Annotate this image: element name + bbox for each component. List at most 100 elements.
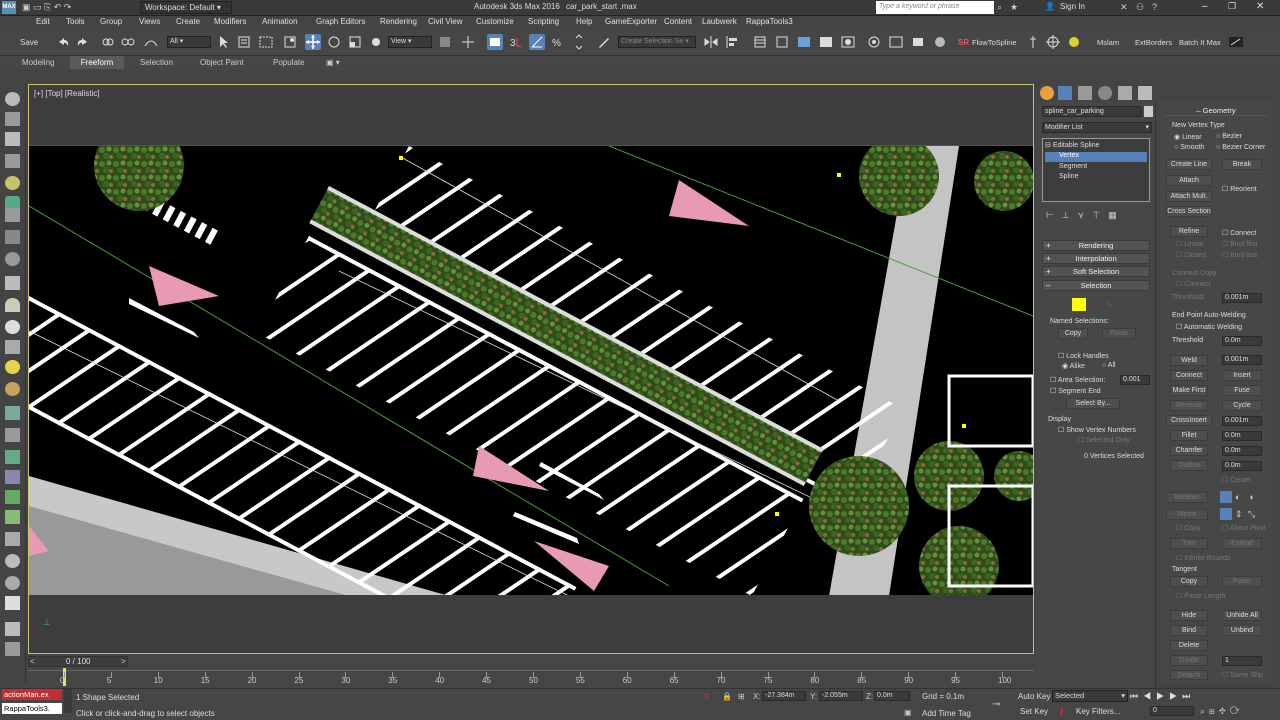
layer-icon[interactable]	[5, 596, 20, 610]
render-setup-icon[interactable]	[866, 34, 882, 50]
hierarchy-tab-icon[interactable]	[1078, 86, 1092, 100]
key-mode-icon[interactable]: ⊸	[992, 699, 1000, 710]
camera-icon[interactable]	[5, 230, 20, 244]
spline-mode-icon[interactable]: ∿	[1106, 300, 1113, 309]
detach-button[interactable]: Detach	[1170, 670, 1208, 680]
motion-tab-icon[interactable]	[1098, 86, 1112, 100]
extend-button[interactable]: Extend	[1222, 538, 1262, 549]
redo-icon[interactable]	[75, 34, 91, 50]
menu-civil-view[interactable]: Civil View	[428, 17, 463, 26]
alike-radio[interactable]: ◉ Alike	[1062, 362, 1085, 370]
favorites-icon[interactable]: ★	[1010, 2, 1018, 13]
outline-button[interactable]: Outline	[1170, 460, 1208, 471]
select-object-icon[interactable]	[216, 34, 232, 50]
paste-length-checkbox[interactable]: ☐ Paste Length	[1176, 592, 1226, 600]
bezier-radio[interactable]: ○ Bezier	[1216, 133, 1242, 140]
select-scale-icon[interactable]	[347, 34, 363, 50]
utilities-tab-icon[interactable]	[1138, 86, 1152, 100]
torus-icon[interactable]	[5, 320, 20, 334]
refine-button[interactable]: Refine	[1170, 226, 1208, 237]
attach-mult-button[interactable]: Attach Mult.	[1166, 191, 1212, 202]
crossinsert-button[interactable]: CrossInsert	[1166, 415, 1212, 426]
key-filters-button[interactable]: Key Filters...	[1076, 707, 1120, 716]
boolean-subtract-icon[interactable]: ◐	[1235, 492, 1240, 502]
connect-copy-checkbox[interactable]: ☐ Connect	[1176, 280, 1210, 288]
create-plane-icon[interactable]	[5, 132, 20, 146]
reactor-icon[interactable]	[5, 554, 20, 568]
plant-icon[interactable]	[5, 510, 20, 524]
mirror-both-icon[interactable]: ⤡	[1248, 509, 1255, 520]
batch-it-max-button[interactable]: Batch It Max	[1179, 38, 1221, 47]
rendered-frame-icon[interactable]	[888, 34, 904, 50]
sun-script-icon[interactable]	[1066, 34, 1082, 50]
mirror-vertical-icon[interactable]: ⇕	[1235, 509, 1243, 520]
menu-edit[interactable]: Edit	[36, 17, 50, 26]
boolean-intersect-icon[interactable]: ◑	[1248, 492, 1253, 502]
network-icon[interactable]: ⚇	[1136, 2, 1144, 13]
fillet-button[interactable]: Fillet	[1170, 430, 1208, 441]
add-time-tag[interactable]: Add Time Tag	[922, 709, 971, 718]
search-icon[interactable]: ⌕	[997, 2, 1002, 13]
box-primitive-icon[interactable]	[5, 276, 20, 290]
place-icon[interactable]	[368, 34, 384, 50]
chamfer-spinner[interactable]: 0.0m	[1222, 446, 1262, 456]
undo-icon[interactable]	[55, 34, 71, 50]
toggle-ribbon-icon[interactable]	[774, 34, 790, 50]
hide-button[interactable]: Hide	[1170, 610, 1208, 621]
menu-views[interactable]: Views	[139, 17, 160, 26]
stack-item-editable-spline[interactable]: ⊟ Editable Spline	[1045, 141, 1147, 151]
tab-object-paint[interactable]: Object Paint	[200, 58, 244, 67]
ribbon-options-icon[interactable]: ▣ ▾	[326, 58, 340, 67]
linear-checkbox[interactable]: ☐ Linear	[1176, 240, 1204, 248]
current-frame-field[interactable]: 0	[1150, 706, 1194, 716]
app-logo-icon[interactable]: MAX	[2, 1, 16, 14]
named-copy-button[interactable]: Copy	[1058, 328, 1088, 339]
weld-button[interactable]: Weld	[1170, 355, 1208, 366]
mirror-copy-checkbox[interactable]: ☐ Copy	[1176, 524, 1201, 532]
auto-key-button[interactable]: Auto Key	[1018, 692, 1050, 701]
menu-modifiers[interactable]: Modifiers	[214, 17, 246, 26]
quick-access-icons[interactable]: ▣ ▭ ⎘ ↶ ↷	[22, 2, 142, 13]
delete-button[interactable]: Delete	[1170, 640, 1208, 651]
crossinsert-spinner[interactable]: 0.001m	[1222, 416, 1262, 426]
crosshair-icon[interactable]	[1045, 34, 1061, 50]
material-editor-icon[interactable]	[840, 34, 856, 50]
sr-script-icon[interactable]: SR	[958, 38, 969, 47]
parking-lot-scene[interactable]	[29, 145, 1033, 595]
foliage-icon[interactable]	[5, 490, 20, 504]
close-icon[interactable]: ✕	[1256, 1, 1264, 12]
same-shp-checkbox[interactable]: ☐ Same Shp	[1222, 671, 1263, 679]
threshold-spinner[interactable]: 0.001m	[1222, 293, 1262, 303]
helper-icon[interactable]	[5, 252, 20, 266]
save-button[interactable]: Save	[20, 38, 38, 47]
object-name-field[interactable]: spline_car_parking	[1042, 106, 1142, 117]
menu-customize[interactable]: Customize	[476, 17, 514, 26]
rollout-rendering[interactable]: + Rendering	[1042, 240, 1150, 251]
closed-checkbox[interactable]: ☐ Closed	[1176, 251, 1206, 259]
create-teapot-icon[interactable]	[5, 92, 20, 106]
menu-tools[interactable]: Tools	[66, 17, 85, 26]
rollout-interpolation[interactable]: + Interpolation	[1042, 253, 1150, 264]
geometry-header[interactable]: – Geometry	[1164, 106, 1268, 116]
pin-icon[interactable]	[1025, 34, 1041, 50]
percent-snap-icon[interactable]: %	[550, 34, 566, 50]
rollout-selection[interactable]: – Selection	[1042, 280, 1150, 291]
snaps-toggle-icon[interactable]: 3	[508, 34, 524, 50]
tab-populate[interactable]: Populate	[273, 58, 305, 67]
set-key-button[interactable]: Set Key	[1020, 707, 1048, 716]
menu-content[interactable]: Content	[664, 17, 692, 26]
shape-icon[interactable]	[5, 208, 20, 222]
cycle-button[interactable]: Cycle	[1222, 400, 1262, 411]
create-box-icon[interactable]	[5, 112, 20, 126]
stack-item-spline[interactable]: Spline	[1059, 173, 1078, 180]
area-selection-spinner[interactable]: 0.001	[1120, 375, 1150, 385]
pivot-center-icon[interactable]	[437, 34, 453, 50]
automatic-welding-checkbox[interactable]: ☐ Automatic Welding	[1176, 323, 1242, 331]
exchange-icon[interactable]: ✕	[1120, 2, 1128, 13]
z-coord-field[interactable]: 0.0m	[874, 691, 910, 701]
unhide-all-button[interactable]: Unhide All	[1222, 610, 1262, 621]
sun-light-icon[interactable]	[5, 360, 20, 374]
minimize-icon[interactable]: –	[1202, 1, 1208, 12]
brush-script-icon[interactable]	[1228, 34, 1244, 50]
select-move-icon[interactable]	[305, 34, 321, 50]
